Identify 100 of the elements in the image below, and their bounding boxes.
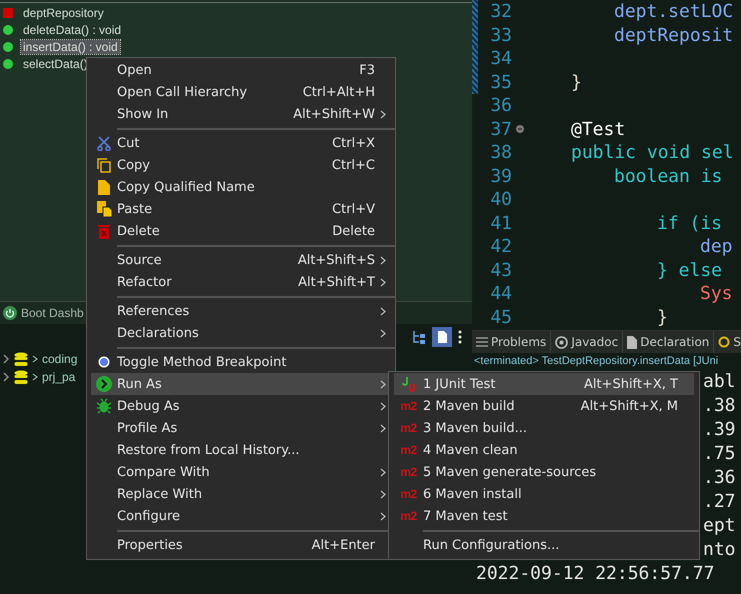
shortcut: Alt+Shift+X, T [584, 376, 678, 392]
menu-item[interactable]: Open Call Hierarchy Ctrl+Alt+H [91, 81, 391, 103]
maven-label: m2 [400, 443, 417, 457]
menu-item[interactable]: Run Configurations... [394, 534, 694, 556]
console-line: .27 [703, 490, 736, 512]
console-line: 2022-09-12 22:56:57.77 [476, 562, 714, 584]
menu-item[interactable]: Properties Alt+Enter [91, 534, 391, 556]
maven-label: m2 [400, 399, 417, 413]
console-line: .39 [703, 418, 736, 440]
menu-item[interactable]: Delete Delete [91, 220, 391, 242]
menu-item[interactable]: m2 7 Maven test [394, 505, 694, 527]
view-tab[interactable]: Declaration [623, 331, 714, 353]
menu-item[interactable]: Compare With [91, 461, 391, 483]
chevron-right-icon[interactable] [2, 372, 10, 382]
chevron-right-icon [32, 373, 38, 381]
shortcut: Ctrl+Alt+H [302, 84, 375, 100]
chevron-right-icon[interactable] [2, 354, 10, 364]
menu-item[interactable]: Run As [91, 373, 391, 395]
collapse-icon[interactable] [516, 125, 524, 134]
line-number: 41 [489, 212, 512, 234]
shortcut: Ctrl+V [332, 202, 375, 216]
menu-item[interactable]: Toggle Method Breakpoint [91, 351, 391, 373]
console-line: nto [703, 538, 736, 560]
code-line: } [657, 306, 668, 328]
console-line: .75 [703, 442, 736, 464]
shortcut: Alt+Shift+W [293, 106, 375, 122]
shortcut: Ctrl+X [332, 136, 375, 150]
list-icon [476, 337, 488, 347]
document-icon [627, 336, 638, 348]
line-number: 43 [489, 260, 512, 281]
maven-label: m2 [400, 421, 417, 435]
line-number: 33 [489, 24, 512, 46]
console-status: <terminated> TestDeptRepository.insertData [JUni [473, 354, 718, 369]
line-number: 42 [489, 236, 512, 258]
outline-item[interactable]: insertData() : void [21, 40, 120, 54]
line-number: 35 [489, 72, 512, 93]
menu-item[interactable]: Restore from Local History... [91, 439, 391, 461]
document-icon[interactable] [432, 327, 452, 347]
menu-item[interactable]: m2 4 Maven clean [394, 439, 694, 461]
search-icon [718, 336, 730, 348]
menu-item[interactable]: m2 5 Maven generate-sources [394, 461, 694, 483]
menu-item[interactable]: Refactor Alt+Shift+T [91, 271, 391, 293]
line-number: 39 [489, 166, 512, 187]
at-icon [555, 336, 568, 348]
view-tab[interactable]: Boot Dashb [21, 306, 84, 320]
line-number: 45 [489, 306, 512, 328]
code-line: dept.setLOC [614, 1, 734, 22]
menu-item[interactable]: m2 2 Maven build Alt+Shift+X, M [394, 395, 694, 417]
console-line: .36 [703, 466, 736, 488]
more-icon[interactable] [458, 330, 462, 344]
code-line: dep [700, 236, 733, 258]
line-number: 36 [489, 95, 512, 116]
project-name[interactable]: coding [42, 352, 78, 366]
menu-item[interactable]: Copy Qualified Name [91, 176, 391, 198]
shortcut: Alt+Enter [312, 538, 375, 552]
database-icon [14, 370, 28, 384]
line-number: 40 [489, 189, 512, 210]
hierarchy-icon[interactable] [412, 330, 426, 344]
console-line: ept [703, 514, 736, 536]
shortcut: F3 [359, 62, 375, 78]
menu-item[interactable]: 1 JUnit Test Alt+Shift+X, T [394, 373, 694, 395]
menu-item[interactable]: m2 3 Maven build... [394, 417, 694, 439]
menu-item[interactable]: Paste Ctrl+V [91, 198, 391, 220]
shortcut: Alt+Shift+X, M [580, 398, 678, 414]
code-line: @Test [571, 118, 626, 140]
view-tab[interactable]: Problems [472, 331, 552, 353]
maven-label: m2 [400, 487, 417, 501]
shortcut: Ctrl+C [332, 158, 375, 172]
menu-item[interactable]: Debug As [91, 395, 391, 417]
database-icon [14, 352, 28, 366]
console-line: .38 [703, 394, 736, 416]
menu-item[interactable]: Declarations [91, 322, 391, 344]
shortcut: Delete [332, 224, 375, 238]
menu-item[interactable]: Copy Ctrl+C [91, 154, 391, 176]
view-tab[interactable]: S [714, 331, 741, 353]
view-tab[interactable]: Javadoc [551, 331, 624, 353]
menu-item[interactable]: References [91, 300, 391, 322]
code-line: boolean is [614, 166, 722, 187]
outline-item[interactable]: deleteData() : void [21, 22, 124, 36]
menu-item[interactable]: Configure [91, 505, 391, 527]
line-number: 32 [489, 1, 512, 22]
menu-item[interactable]: Source Alt+Shift+S [91, 249, 391, 271]
code-line: deptReposit [614, 24, 734, 46]
menu-item[interactable]: Cut Ctrl+X [91, 132, 391, 154]
maven-label: m2 [400, 465, 417, 479]
menu-item[interactable]: Replace With [91, 483, 391, 505]
menu-item[interactable]: Open F3 [91, 59, 391, 81]
code-line: public void sel [571, 142, 734, 164]
code-line: } [571, 72, 582, 93]
menu-item[interactable]: Show In Alt+Shift+W [91, 103, 391, 125]
line-number: 37 [489, 118, 512, 140]
outline-item[interactable]: selectData() [21, 56, 90, 70]
outline-item[interactable]: deptRepository [21, 6, 106, 20]
code-line: } else [657, 260, 722, 281]
menu-item[interactable]: Profile As [91, 417, 391, 439]
maven-label: m2 [400, 509, 417, 523]
project-name[interactable]: prj_pa [42, 370, 76, 384]
power-icon [3, 306, 17, 320]
console-line: abl [703, 370, 736, 392]
menu-item[interactable]: m2 6 Maven install [394, 483, 694, 505]
